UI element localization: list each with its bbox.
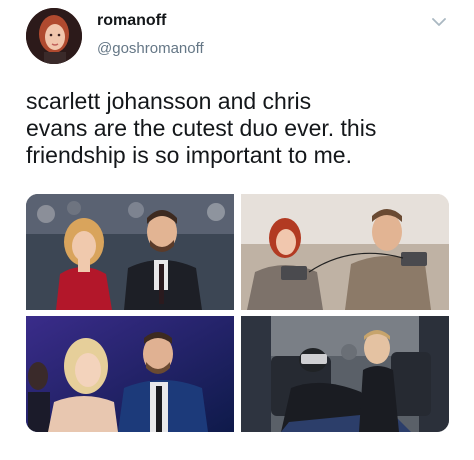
user-handle[interactable]: @goshromanoff xyxy=(97,40,204,57)
tweet-card: romanoff @goshromanoff scarlett johansso… xyxy=(0,0,474,460)
event-selfie-photo[interactable] xyxy=(26,316,234,432)
chevron-down-icon[interactable] xyxy=(430,13,448,31)
airplane-photo[interactable] xyxy=(241,316,449,432)
media-grid xyxy=(26,194,449,432)
avatar[interactable] xyxy=(26,8,82,64)
gaming-on-couch-photo[interactable] xyxy=(241,194,449,310)
red-carpet-photo[interactable] xyxy=(26,194,234,310)
display-name[interactable]: romanoff xyxy=(97,12,166,30)
tweet-text: scarlett johansson and chris evans are t… xyxy=(26,88,377,168)
